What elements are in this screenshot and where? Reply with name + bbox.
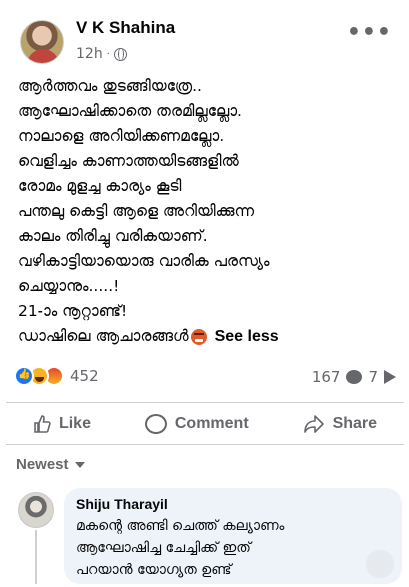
reactions-summary[interactable]: 452 [14, 366, 99, 386]
comment-line: ആഘോഷിച്ച ചേച്ചിക്ക് ഇത് [76, 540, 251, 556]
post-meta: 12h · [76, 46, 127, 62]
share-button[interactable]: Share [303, 414, 377, 434]
post-line: ഡാഷിലെ ആചാരങ്ങൾ [18, 327, 189, 345]
share-label: Share [332, 415, 378, 432]
post-line: 21-ാം നൂറ്റാണ്ട്! [18, 302, 128, 320]
thumbs-up-icon [34, 415, 51, 433]
author-avatar[interactable] [20, 20, 64, 64]
comment-icon [144, 414, 167, 434]
post-line: വഴികാട്ടിയായൊരു വാരിക പരസ്യം [18, 252, 270, 270]
post-line: വെളിച്ചം കാണാത്തയിടങ്ങളിൽ [18, 152, 239, 170]
post-card: V K Shahina 12h · ••• ആർത്തവം തുടങ്ങിയത്… [6, 4, 404, 584]
commenter-avatar[interactable] [18, 492, 54, 528]
comment-text: മകന്റെ അണ്ടി ചെത്ത് കല്യാണം ആഘോഷിച്ച ചേച… [76, 515, 390, 581]
watermark-icon [366, 550, 394, 578]
share-count[interactable]: 7 [368, 368, 378, 386]
comment-button[interactable]: Comment [144, 414, 249, 434]
engagement-counts: 167 7 [312, 368, 396, 386]
post-time[interactable]: 12h [76, 46, 103, 62]
comment-count-icon [346, 370, 363, 384]
sort-label: Newest [16, 456, 69, 473]
reaction-count[interactable]: 452 [70, 367, 99, 385]
divider [6, 402, 404, 403]
comment-author[interactable]: Shiju Tharayil [76, 496, 390, 512]
post-line: പന്തലു കെട്ടി ആളെ അറിയിക്കുന്ന [18, 202, 255, 220]
like-reaction-icon [14, 366, 34, 386]
comment-bubble: Shiju Tharayil മകന്റെ അണ്ടി ചെത്ത് കല്യാ… [64, 488, 402, 584]
post-line: രോമം മുളച്ച കാര്യം കൂടി [18, 177, 182, 195]
post-line: ആർത്തവം തുടങ്ങിയത്രേ.. [18, 77, 202, 95]
post-last-line: ഡാഷിലെ ആചാരങ്ങൾ See less [18, 324, 388, 349]
see-less-link[interactable]: See less [215, 324, 279, 349]
post-line: ചെയ്യാനും.....! [18, 277, 120, 295]
share-icon [303, 415, 324, 433]
post-text: ആർത്തവം തുടങ്ങിയത്രേ.. ആഘോഷിക്കാതെ തരമില… [18, 74, 388, 349]
post-line: നാലാളെ അറിയിക്കണമല്ലോ. [18, 127, 225, 145]
chevron-down-icon [74, 461, 85, 468]
post-line: കാലം തിരിച്ചു വരികയാണ്. [18, 227, 208, 245]
globe-icon[interactable] [113, 47, 127, 61]
action-bar: Like Comment Share [6, 406, 404, 442]
like-label: Like [58, 415, 91, 432]
angry-face-emoji-icon [190, 328, 207, 345]
post-line: ആഘോഷിക്കാതെ തരമില്ലല്ലോ. [18, 102, 242, 120]
reply-thread-line [35, 530, 37, 584]
meta-separator: · [106, 48, 110, 60]
more-options-button[interactable]: ••• [347, 22, 392, 44]
comment-count[interactable]: 167 [312, 368, 341, 386]
share-count-icon [384, 370, 396, 384]
comment-line: മകന്റെ അണ്ടി ചെത്ത് കല്യാണം [76, 518, 285, 534]
comment-line: പറയാൻ യോഗ്യത ഉണ്ട് [76, 562, 232, 578]
like-button[interactable]: Like [33, 414, 91, 434]
comment-sort-dropdown[interactable]: Newest [16, 456, 85, 473]
author-name[interactable]: V K Shahina [76, 18, 175, 38]
divider [6, 444, 404, 445]
comment-label: Comment [174, 415, 249, 432]
